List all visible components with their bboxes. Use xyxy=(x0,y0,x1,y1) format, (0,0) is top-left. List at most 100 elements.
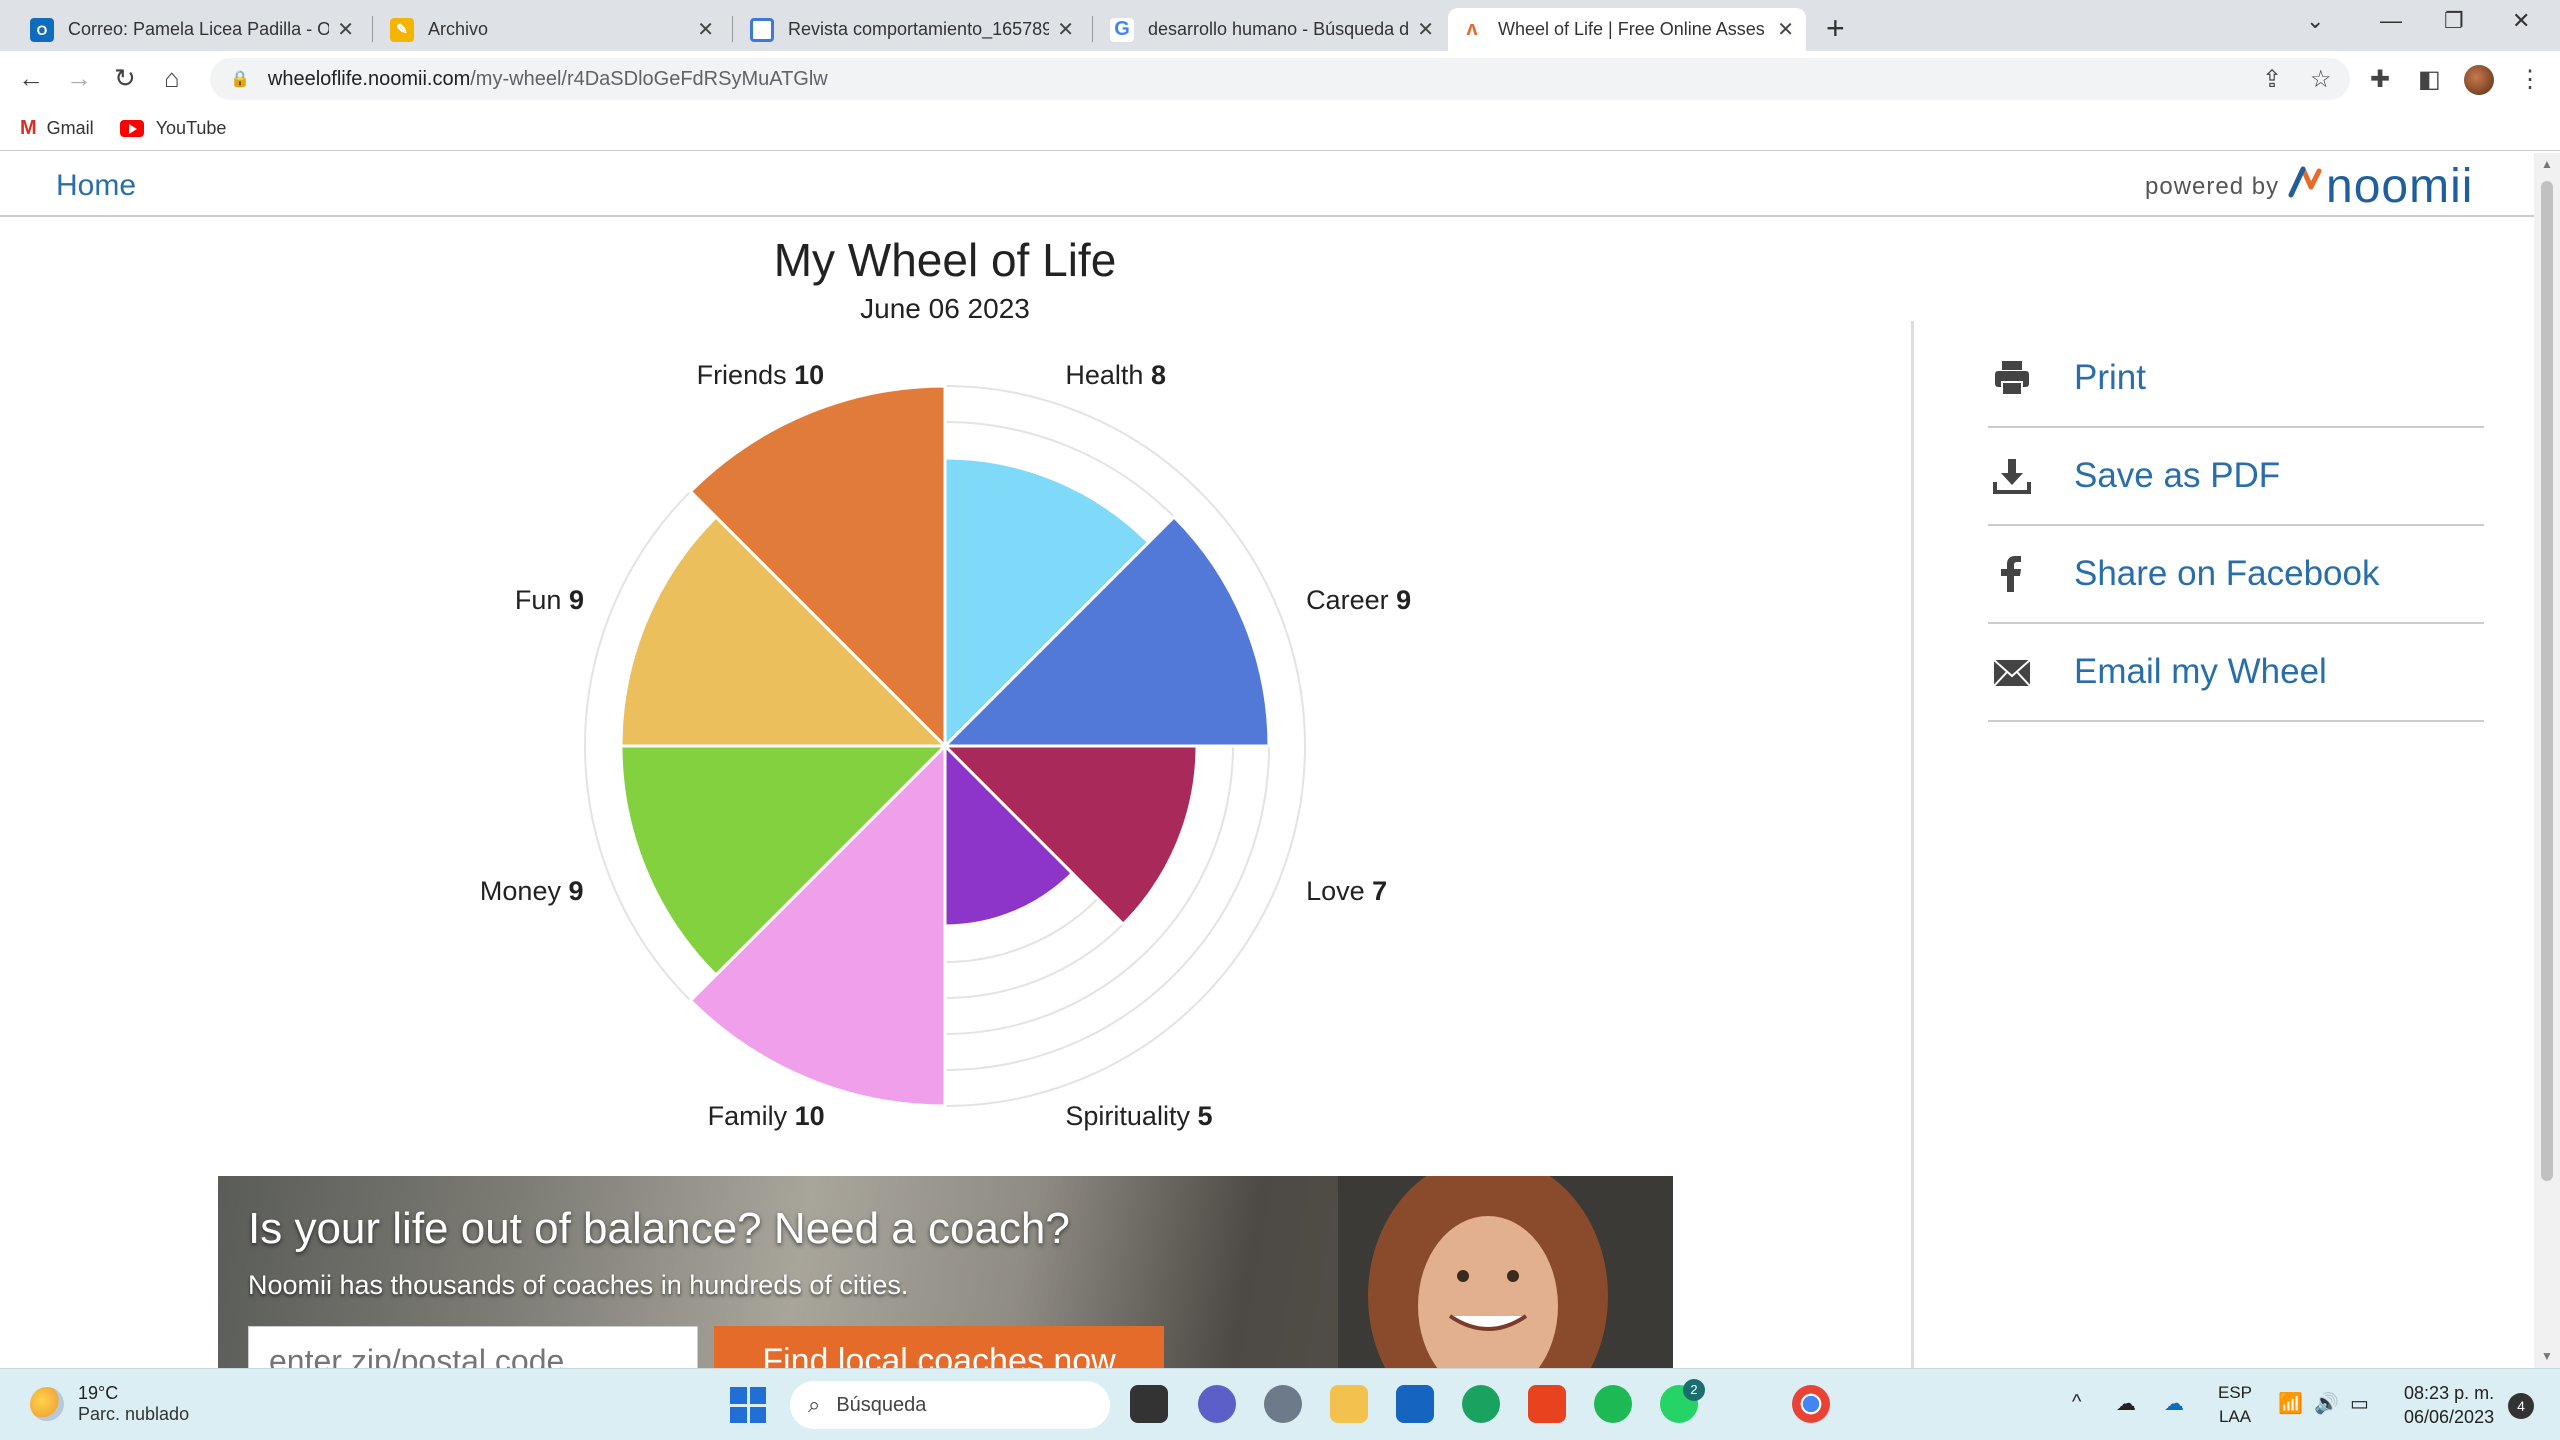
wheel-label-friends: Friends 10 xyxy=(697,360,825,391)
wheel-label-fun: Fun 9 xyxy=(515,585,584,616)
segment-name: Friends xyxy=(696,359,795,390)
url-path: /my-wheel/r4DaSDloGeFdRSyMuATGlw xyxy=(470,67,828,90)
profile-avatar[interactable] xyxy=(2464,65,2494,95)
email-wheel-action[interactable]: Email my Wheel xyxy=(1988,624,2484,722)
segment-value: 9 xyxy=(568,875,584,906)
wheel-label-family: Family 10 xyxy=(708,1101,825,1132)
office-icon[interactable] xyxy=(1528,1385,1566,1423)
page-content: Home powered by noomii My Wheel of Life … xyxy=(0,153,2534,1368)
language-indicator[interactable]: ESP LAA xyxy=(2218,1381,2252,1429)
url-host: wheeloflife.noomii.com xyxy=(267,67,471,90)
close-window-icon[interactable]: ✕ xyxy=(2512,8,2530,34)
wheel-label-love: Love 7 xyxy=(1306,876,1387,907)
windows-taskbar: 19°C Parc. nublado ⌕ Búsqueda 2 ^ ☁ ☁ ES… xyxy=(0,1368,2560,1440)
segment-value: 7 xyxy=(1372,875,1388,906)
tab-title: desarrollo humano - Búsqueda d xyxy=(1148,19,1410,39)
segment-name: Health xyxy=(1065,359,1151,390)
wheel-label-health: Health 8 xyxy=(1065,360,1166,391)
share-icon[interactable]: ⇪ xyxy=(2262,65,2282,94)
home-icon[interactable]: ⌂ xyxy=(164,63,180,94)
notification-count[interactable]: 4 xyxy=(2508,1393,2534,1419)
task-view-icon[interactable] xyxy=(1130,1385,1168,1423)
back-icon[interactable]: ← xyxy=(18,63,44,94)
minimize-icon[interactable]: — xyxy=(2380,8,2402,34)
segment-value: 8 xyxy=(1150,359,1166,390)
envelope-icon xyxy=(1988,648,2036,696)
extensions-icon[interactable]: ✚ xyxy=(2370,65,2390,94)
close-icon[interactable]: ✕ xyxy=(1777,17,1794,42)
wifi-icon[interactable]: 📶 xyxy=(2278,1391,2303,1416)
new-tab-button[interactable]: + xyxy=(1826,10,1845,47)
close-icon[interactable]: ✕ xyxy=(337,17,354,42)
microsoft-store-icon[interactable] xyxy=(1396,1385,1434,1423)
coach-photo xyxy=(1338,1176,1673,1368)
google-icon: G xyxy=(1110,17,1134,42)
side-panel-icon[interactable]: ◧ xyxy=(2418,65,2441,94)
teams-chat-icon[interactable] xyxy=(1198,1385,1236,1423)
battery-icon[interactable]: ▭ xyxy=(2350,1391,2369,1416)
windows-start-icon[interactable] xyxy=(730,1387,766,1423)
onedrive-icon[interactable]: ☁ xyxy=(2164,1391,2184,1416)
scroll-down-icon[interactable]: ▼ xyxy=(2541,1349,2553,1363)
temperature: 19°C xyxy=(78,1383,119,1403)
print-action[interactable]: Print xyxy=(1988,330,2484,428)
tab-archivo[interactable]: ✎ Archivo ✕ xyxy=(378,8,726,51)
tab-search-icon[interactable]: ⌄ xyxy=(2306,8,2324,34)
find-coaches-button[interactable]: Find local coaches now xyxy=(714,1326,1164,1368)
address-bar[interactable]: 🔒 wheeloflife.noomii.com/my-wheel/r4DaSD… xyxy=(210,58,2350,100)
forward-icon[interactable]: → xyxy=(66,63,92,94)
close-icon[interactable]: ✕ xyxy=(697,17,714,42)
close-icon[interactable]: ✕ xyxy=(1417,17,1434,42)
tab-google-search[interactable]: G desarrollo humano - Búsqueda d ✕ xyxy=(1098,8,1446,51)
wheel-label-career: Career 9 xyxy=(1306,585,1411,616)
bookmark-label: Gmail xyxy=(46,117,94,138)
bookmark-gmail[interactable]: M Gmail xyxy=(20,117,94,140)
share-facebook-action[interactable]: Share on Facebook xyxy=(1988,526,2484,624)
tab-title: Wheel of Life | Free Online Asses xyxy=(1498,19,1765,39)
segment-value: 9 xyxy=(1396,585,1412,616)
tab-title: Archivo xyxy=(428,19,489,39)
clock-time: 08:23 p. m. xyxy=(2404,1383,2495,1403)
segment-name: Money xyxy=(479,875,569,906)
browser-tab-bar: O Correo: Pamela Licea Padilla - Ou ✕ ✎ … xyxy=(0,0,2560,51)
chrome-icon[interactable] xyxy=(1792,1385,1830,1423)
scroll-up-icon[interactable]: ▲ xyxy=(2541,157,2553,171)
tab-outlook[interactable]: O Correo: Pamela Licea Padilla - Ou ✕ xyxy=(18,8,366,51)
edge-icon[interactable] xyxy=(1462,1385,1500,1423)
powered-by-text: powered by xyxy=(2145,173,2280,200)
segment-name: Family xyxy=(707,1101,795,1132)
system-clock[interactable]: 08:23 p. m. 06/06/2023 xyxy=(2404,1381,2494,1429)
noomii-icon: ʌ xyxy=(1460,17,1484,42)
zip-code-input[interactable] xyxy=(248,1326,698,1368)
wheel-label-money: Money 9 xyxy=(480,876,584,907)
settings-gear-icon[interactable] xyxy=(1264,1385,1302,1423)
keyboard-layout: LAA xyxy=(2218,1407,2252,1426)
segment-name: Love xyxy=(1306,875,1373,906)
tab-title: Revista comportamiento_165789 xyxy=(788,19,1050,39)
tab-wheel-of-life[interactable]: ʌ Wheel of Life | Free Online Asses ✕ xyxy=(1448,8,1806,51)
bookmark-youtube[interactable]: YouTube xyxy=(119,118,226,139)
partly-cloudy-icon xyxy=(30,1387,64,1421)
spotify-icon[interactable] xyxy=(1594,1385,1632,1423)
action-label: Email my Wheel xyxy=(2074,652,2327,691)
banner-heading: Is your life out of balance? Need a coac… xyxy=(248,1204,1070,1253)
file-explorer-icon[interactable] xyxy=(1330,1385,1368,1423)
bookmark-star-icon[interactable]: ☆ xyxy=(2310,65,2332,94)
network-cloud-icon[interactable]: ☁ xyxy=(2116,1391,2136,1416)
close-icon[interactable]: ✕ xyxy=(1057,17,1074,42)
weather-widget[interactable]: 19°C Parc. nublado xyxy=(30,1383,189,1425)
page-scrollbar[interactable]: ▲ ▼ xyxy=(2534,153,2560,1368)
coach-banner: Is your life out of balance? Need a coac… xyxy=(218,1176,1673,1368)
tray-overflow-icon[interactable]: ^ xyxy=(2072,1391,2081,1414)
facebook-icon xyxy=(1988,550,2036,598)
save-pdf-action[interactable]: Save as PDF xyxy=(1988,428,2484,526)
restore-icon[interactable]: ❐ xyxy=(2444,8,2464,34)
menu-kebab-icon[interactable]: ⋮ xyxy=(2518,65,2542,94)
reload-icon[interactable]: ↻ xyxy=(114,63,136,94)
volume-icon[interactable]: 🔊 xyxy=(2314,1391,2339,1416)
segment-value: 10 xyxy=(794,359,825,390)
tab-revista[interactable]: Revista comportamiento_165789 ✕ xyxy=(738,8,1086,51)
taskbar-search[interactable]: ⌕ Búsqueda xyxy=(790,1381,1110,1429)
segment-name: Spirituality xyxy=(1065,1101,1198,1132)
scrollbar-thumb[interactable] xyxy=(2541,181,2553,1181)
